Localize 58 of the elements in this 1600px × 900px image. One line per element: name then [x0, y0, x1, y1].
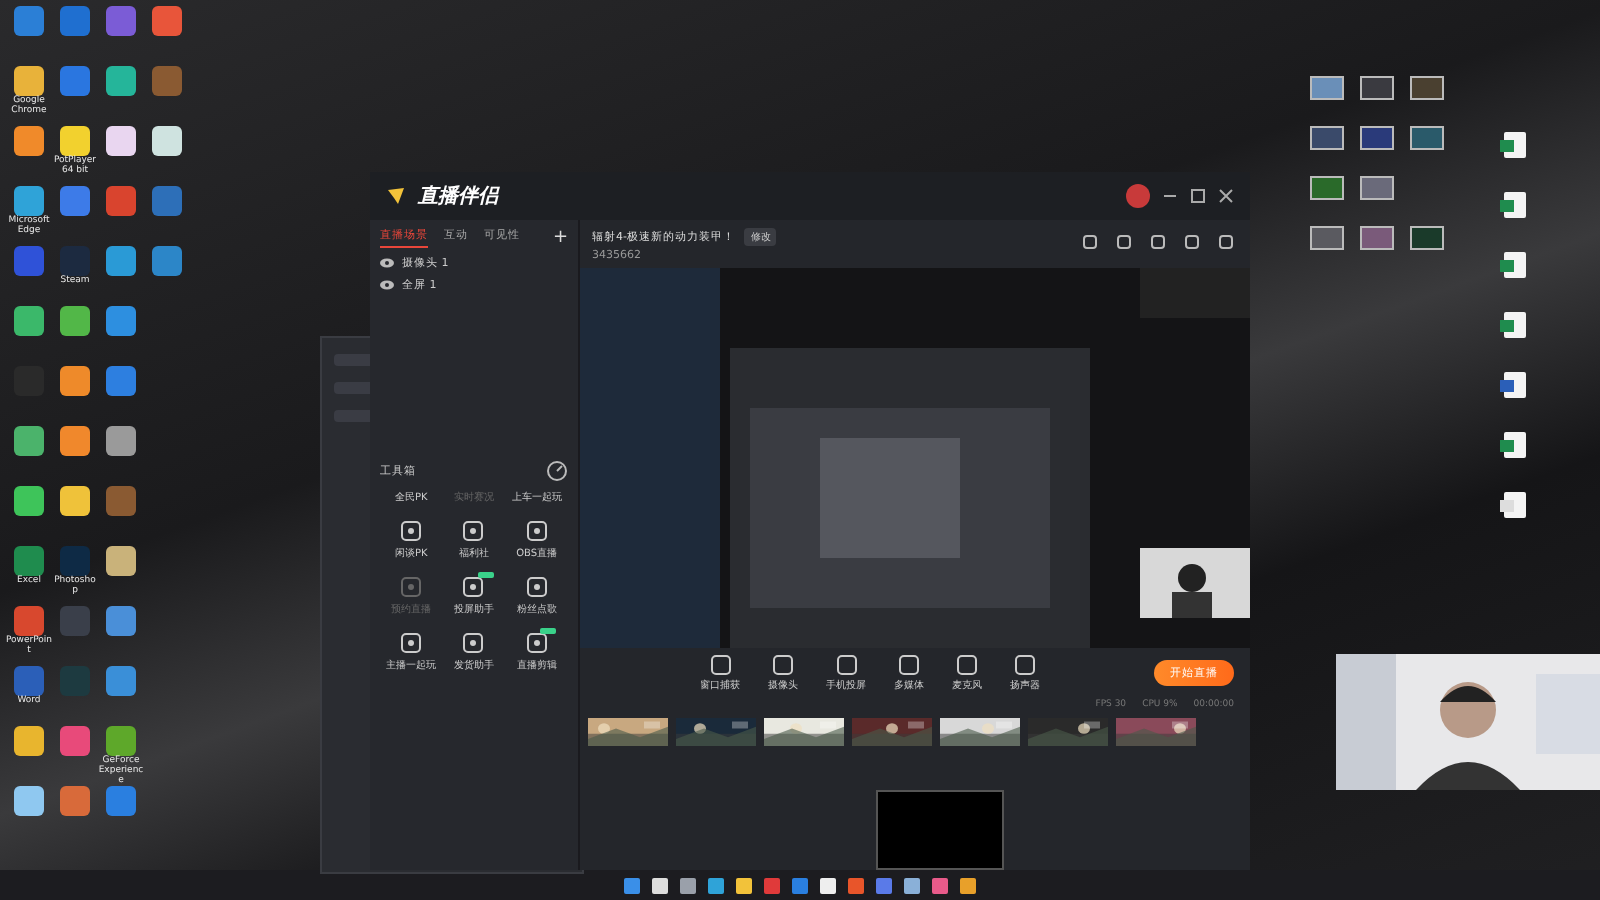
- document-icon[interactable]: [1504, 372, 1526, 398]
- app-icon[interactable]: [152, 126, 182, 156]
- taskbar-icon[interactable]: [652, 877, 668, 893]
- square-icon: [898, 654, 920, 676]
- square-icon: [835, 654, 857, 676]
- taskbar-icon[interactable]: [736, 877, 752, 893]
- app-icon[interactable]: [106, 246, 136, 276]
- square-icon: [956, 654, 978, 676]
- image-file-icon[interactable]: [1310, 126, 1344, 150]
- image-file-icon[interactable]: [1360, 176, 1394, 200]
- eye-icon[interactable]: [380, 258, 394, 268]
- gauge-icon[interactable]: [546, 460, 568, 482]
- image-file-icon[interactable]: [1310, 176, 1344, 200]
- app-icon[interactable]: [60, 426, 90, 456]
- app-icon[interactable]: [60, 486, 90, 516]
- app-icon[interactable]: [60, 126, 90, 156]
- logo-icon: [386, 186, 406, 206]
- image-file-icon[interactable]: [1410, 226, 1444, 250]
- taskbar-icon[interactable]: [680, 877, 696, 893]
- app-icon[interactable]: [106, 306, 136, 336]
- image-file-icon[interactable]: [1360, 226, 1394, 250]
- taskbar-icon[interactable]: [820, 877, 836, 893]
- avatar[interactable]: [1126, 184, 1150, 208]
- app-icon[interactable]: [106, 66, 136, 96]
- app-icon[interactable]: [106, 126, 136, 156]
- image-file-icon[interactable]: [1360, 126, 1394, 150]
- app-icon[interactable]: [14, 726, 44, 756]
- taskbar-icon[interactable]: [904, 877, 920, 893]
- document-icon[interactable]: [1504, 252, 1526, 278]
- app-icon[interactable]: [14, 426, 44, 456]
- app-icon[interactable]: [60, 366, 90, 396]
- add-button[interactable]: +: [552, 228, 568, 248]
- close-icon[interactable]: [1218, 188, 1234, 204]
- image-file-icon[interactable]: [1410, 76, 1444, 100]
- app-icon[interactable]: [14, 486, 44, 516]
- app-icon[interactable]: [60, 306, 90, 336]
- image-file-icon[interactable]: [1410, 126, 1444, 150]
- app-icon[interactable]: [106, 426, 136, 456]
- square-icon: [709, 654, 731, 676]
- document-icon[interactable]: [1504, 132, 1526, 158]
- image-file-icon[interactable]: [1310, 226, 1344, 250]
- app-icon[interactable]: [14, 186, 44, 216]
- eye-icon[interactable]: [380, 280, 394, 290]
- document-icon[interactable]: [1504, 432, 1526, 458]
- app-icon[interactable]: [14, 126, 44, 156]
- square-icon: [1014, 654, 1036, 676]
- app-icon[interactable]: [14, 306, 44, 336]
- taskbar-icon[interactable]: [960, 877, 976, 893]
- document-icon[interactable]: [1504, 192, 1526, 218]
- maximize-icon[interactable]: [1190, 188, 1206, 204]
- app-icon[interactable]: [106, 546, 136, 576]
- square-icon: [772, 654, 794, 676]
- taskbar-icon[interactable]: [708, 877, 724, 893]
- image-file-icon[interactable]: [1360, 76, 1394, 100]
- app-title: 直播伴侣: [418, 183, 498, 210]
- document-icon[interactable]: [1504, 312, 1526, 338]
- app-icon[interactable]: [14, 66, 44, 96]
- app-icon[interactable]: [14, 786, 44, 816]
